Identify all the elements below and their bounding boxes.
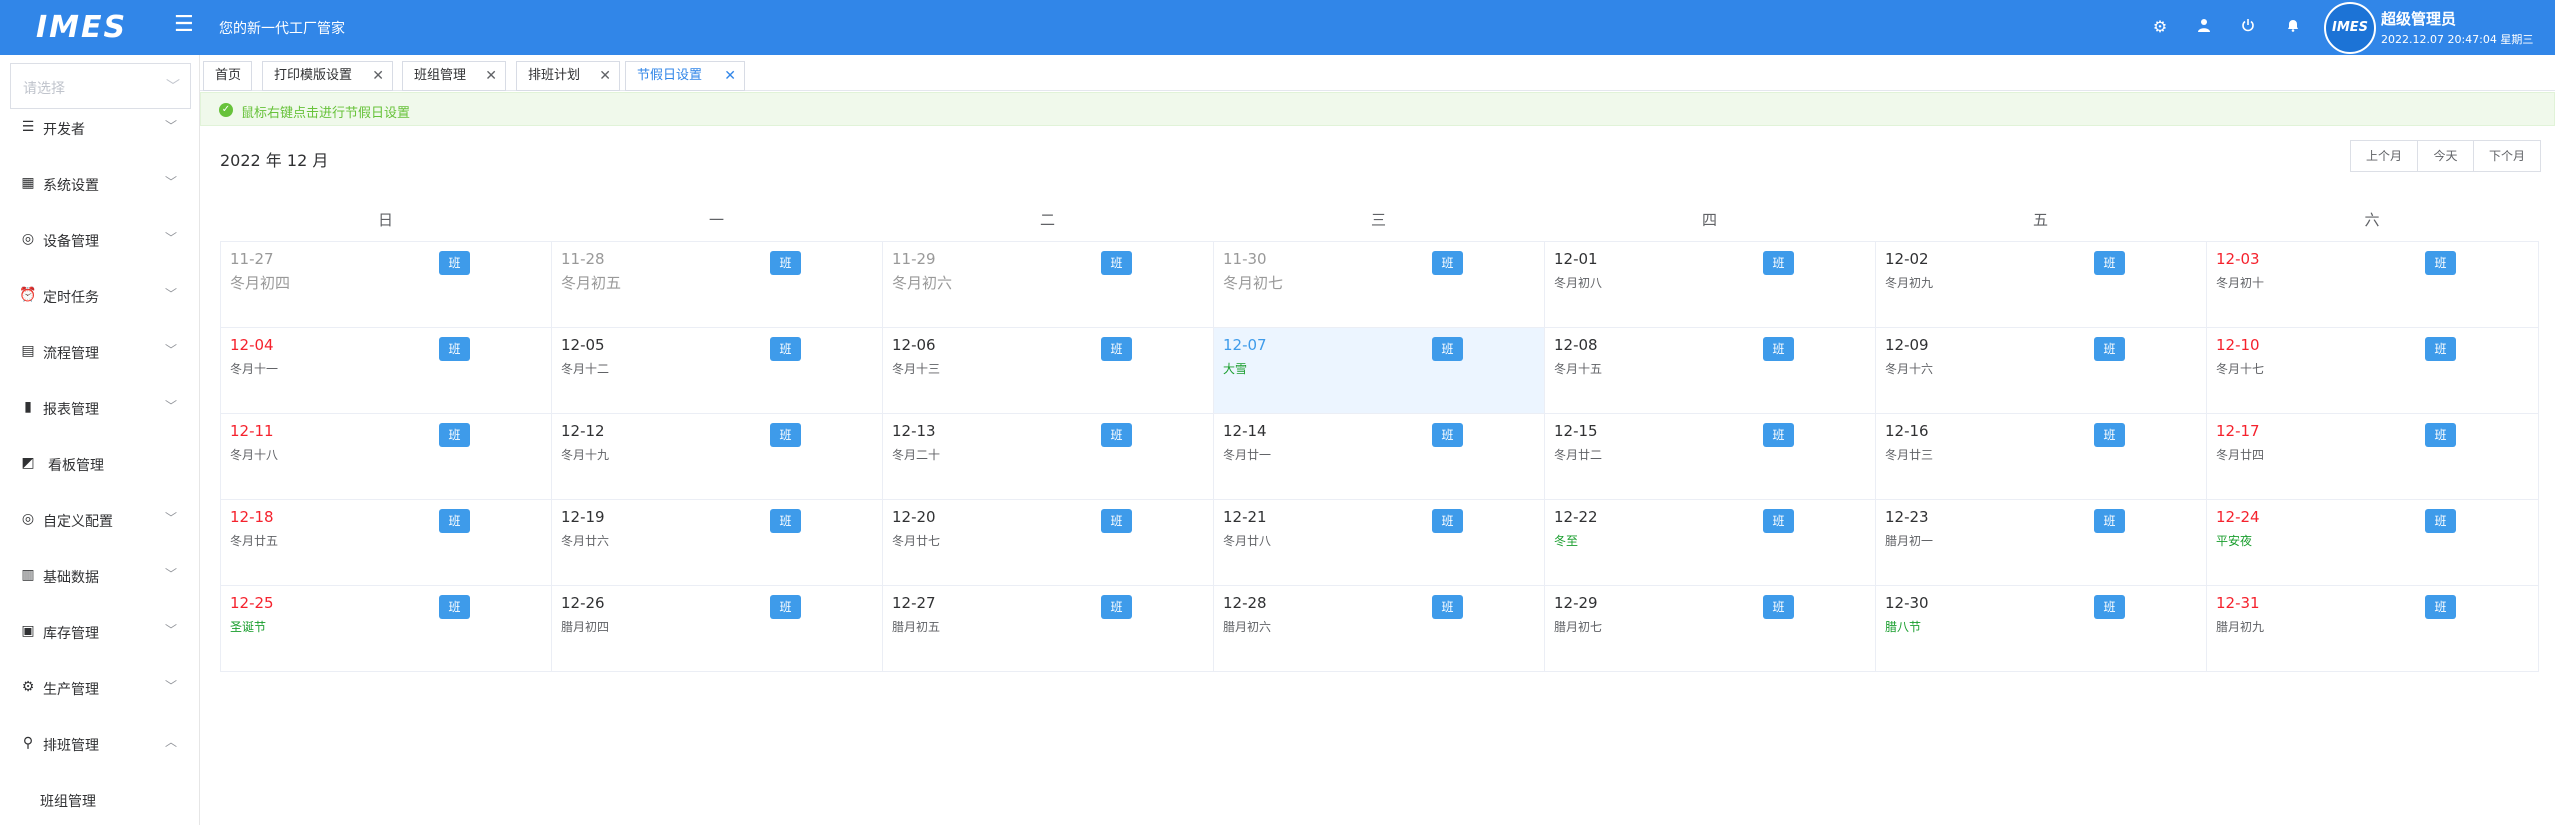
sidebar-item-5[interactable]: ▮ 报表管理 ﹀ [0,380,200,436]
chevron-down-icon: ﹀ [165,287,178,301]
current-datetime: 2022.12.07 20:47:04 星期三 [2381,33,2534,46]
flow-icon: ▤ [21,343,35,359]
chevron-down-icon: ﹀ [165,511,178,525]
close-icon[interactable]: ✕ [372,62,384,90]
avatar[interactable]: IMES [2324,2,2376,54]
close-icon[interactable]: ✕ [485,62,497,90]
bar-chart-icon: ▮ [24,399,32,415]
select-placeholder: 请选择 [23,81,65,97]
sidebar-item-label: 看板管理 [48,458,104,474]
chevron-down-icon: ﹀ [165,623,178,637]
sidebar-item-label: 开发者 [43,122,85,138]
sidebar-item-1[interactable]: ▦ 系统设置 ﹀ [0,156,200,212]
chevron-up-icon: ︿ [165,735,178,749]
menu-toggle-icon[interactable]: ☰ [174,14,194,36]
custom-icon: ◎ [21,511,35,527]
sidebar-item-label: 基础数据 [43,570,99,586]
logo: IMES [36,10,128,45]
chevron-down-icon: ﹀ [165,679,178,693]
sidebar-item-label: 系统设置 [43,178,99,194]
sidebar-item-3[interactable]: ⏰ 定时任务 ﹀ [0,268,200,324]
sidebar-item-label: 报表管理 [43,402,99,418]
calendar-border [220,241,2539,672]
tab-label: 首页 [215,68,242,83]
sidebar-item-2[interactable]: ◎ 设备管理 ﹀ [0,212,200,268]
user-icon[interactable] [2193,16,2215,38]
check-circle-icon: ✓ [219,103,233,117]
weekday-header: 六 [2364,211,2380,229]
sidebar-item-label: 排班管理 [43,738,99,754]
close-icon[interactable]: ✕ [724,62,736,90]
sidebar-item-label: 自定义配置 [43,514,113,530]
weekday-header: 三 [1370,211,1386,229]
sidebar-item-11[interactable]: ⚲ 排班管理 ︿ [0,716,200,772]
sidebar-item-4[interactable]: ▤ 流程管理 ﹀ [0,324,200,380]
sidebar-item-label: 定时任务 [43,290,99,306]
chevron-down-icon: ﹀ [165,567,178,581]
calendar-title: 2022 年 12 月 [220,151,329,170]
chevron-down-icon: ﹀ [165,231,178,245]
next-month-button[interactable]: 下个月 [2473,140,2541,172]
clipboard-icon: ▣ [21,623,35,639]
top-bar: IMES ☰ 您的新一代工厂管家 ⚙ IMES 超级管理员 2022.12.07… [0,0,2555,55]
sidebar-item-label: 流程管理 [43,346,99,362]
close-icon[interactable]: ✕ [599,62,611,90]
tab-bar: 首页 打印模版设置 ✕ 班组管理 ✕ 排班计划 ✕ 节假日设置 ✕ [200,55,2555,91]
sidebar: 请选择 ﹀ ☰ 开发者 ﹀ ▦ 系统设置 ﹀ ◎ 设备管理 ﹀ ⏰ 定时任务 ﹀ ▤ 流程管理 ﹀ ▮ 报表管理… [0,55,200,825]
prev-month-button[interactable]: 上个月 [2350,140,2418,172]
tab-home[interactable]: 首页 [203,61,252,91]
tab-label: 排班计划 [528,68,581,83]
sidebar-subitem-team-management[interactable]: 班组管理 [40,791,96,811]
chevron-down-icon: ﹀ [165,343,178,357]
settings-icon[interactable]: ⚙ [2149,16,2171,38]
tab-label: 节假日设置 [637,68,703,83]
sidebar-item-8[interactable]: ▥ 基础数据 ﹀ [0,548,200,604]
info-alert: ✓ 鼠标右键点击进行节假日设置 [200,92,2555,126]
slogan: 您的新一代工厂管家 [219,21,345,37]
sidebar-item-10[interactable]: ⚙ 生产管理 ﹀ [0,660,200,716]
chevron-down-icon: ﹀ [165,119,178,133]
cog-circle-icon: ◎ [21,231,35,247]
weekday-header: 四 [1701,211,1717,229]
bell-icon[interactable] [2282,16,2304,38]
weekday-header: 一 [708,211,724,229]
weekday-header: 二 [1039,211,1055,229]
dashboard-icon: ◩ [21,455,35,471]
weekday-header: 日 [377,211,393,229]
today-button[interactable]: 今天 [2417,140,2474,172]
power-icon[interactable] [2237,16,2259,38]
alert-message: 鼠标右键点击进行节假日设置 [241,106,411,121]
sidebar-item-6[interactable]: ◩ 看板管理 [0,436,200,492]
tab-shift-plan[interactable]: 排班计划 ✕ [516,61,620,91]
sidebar-item-label: 生产管理 [43,682,99,698]
grid-icon: ▦ [21,175,35,191]
sidebar-item-7[interactable]: ◎ 自定义配置 ﹀ [0,492,200,548]
person-icon: ⚲ [22,735,34,751]
user-name[interactable]: 超级管理员 [2381,8,2456,29]
sidebar-item-9[interactable]: ▣ 库存管理 ﹀ [0,604,200,660]
alarm-icon: ⏰ [19,287,37,303]
chevron-down-icon: ﹀ [165,399,178,413]
tab-print-template[interactable]: 打印模版设置 ✕ [262,61,393,91]
book-icon: ▥ [21,567,35,583]
sliders-icon: ☰ [21,119,35,135]
tab-label: 打印模版设置 [274,68,353,83]
weekday-header: 五 [2032,211,2048,229]
tab-team-management[interactable]: 班组管理 ✕ [402,61,506,91]
tab-label: 班组管理 [414,68,467,83]
gear-icon: ⚙ [21,679,35,695]
sidebar-item-0[interactable]: ☰ 开发者 ﹀ [0,100,200,156]
chevron-down-icon: ﹀ [165,175,178,189]
tab-holiday-settings[interactable]: 节假日设置 ✕ [625,61,745,91]
sidebar-item-label: 设备管理 [43,234,99,250]
chevron-down-icon: ﹀ [166,79,180,95]
sidebar-item-label: 库存管理 [43,626,99,642]
